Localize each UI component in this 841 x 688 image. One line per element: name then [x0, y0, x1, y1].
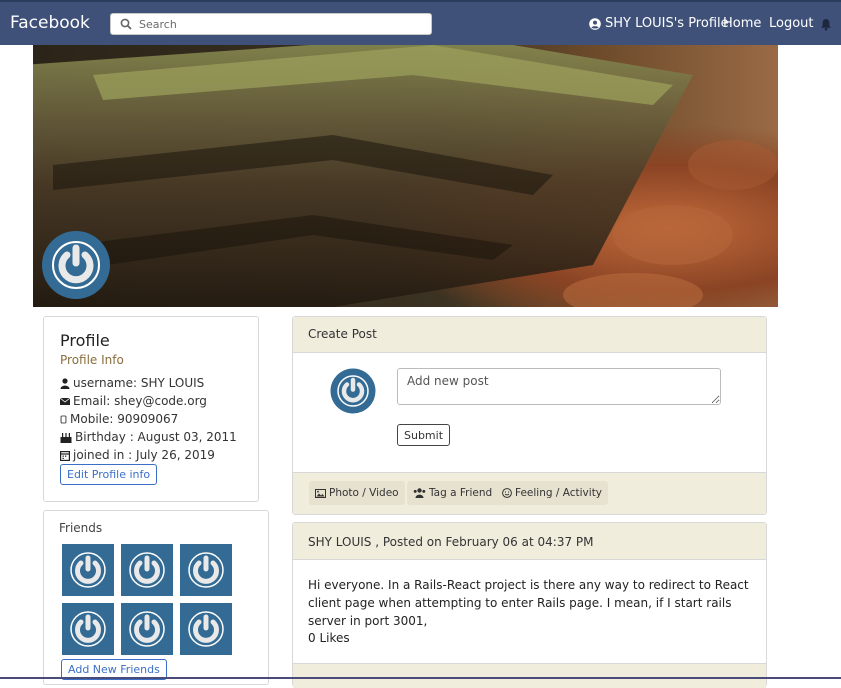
create-post-footer: Photo / Video Tag a Friend Feeling / Act… — [293, 472, 766, 514]
joined-line: joined in : July 26, 2019 — [60, 448, 215, 462]
power-icon — [188, 552, 224, 588]
mobile-icon — [60, 415, 67, 423]
username-line: username: SHY LOUIS — [60, 376, 204, 390]
power-icon — [70, 552, 106, 588]
search-icon — [120, 18, 132, 30]
photo-video-label: Photo / Video — [329, 487, 399, 499]
post-body: Hi everyone. In a Rails-React project is… — [308, 578, 749, 628]
create-post-title: Create Post — [308, 327, 377, 341]
joined-text: joined in : July 26, 2019 — [73, 448, 215, 462]
create-post-card: Create Post Submit Photo / Video Tag a F… — [292, 316, 767, 515]
mobile-line: Mobile: 90909067 — [60, 412, 178, 426]
friend-avatar[interactable] — [180, 603, 232, 655]
user-icon — [60, 377, 70, 389]
submit-button[interactable]: Submit — [397, 424, 451, 446]
nav-home-link[interactable]: Home — [723, 16, 761, 31]
profile-title: Profile — [60, 331, 110, 350]
user-circle-icon — [589, 17, 601, 30]
friend-avatar[interactable] — [180, 544, 232, 596]
birthday-text: Birthday : August 03, 2011 — [75, 430, 237, 444]
post-meta: SHY LOUIS , Posted on February 06 at 04:… — [308, 535, 594, 549]
profile-avatar[interactable] — [41, 230, 111, 300]
power-icon — [188, 611, 224, 647]
search-box[interactable] — [110, 13, 432, 35]
friends-card: Friends Add New Friends — [43, 510, 269, 685]
calendar-icon — [60, 450, 70, 461]
bell-icon[interactable] — [820, 18, 832, 31]
search-input[interactable] — [139, 15, 419, 33]
create-post-header: Create Post — [293, 317, 766, 353]
feeling-activity-label: Feeling / Activity — [515, 487, 603, 499]
nav-profile-label: SHY LOUIS's Profile — [605, 16, 729, 31]
birthday-line: Birthday : August 03, 2011 — [60, 430, 237, 444]
friend-avatar[interactable] — [121, 544, 173, 596]
friends-title: Friends — [59, 521, 103, 535]
friend-avatar[interactable] — [62, 603, 114, 655]
mobile-text: Mobile: 90909067 — [70, 412, 179, 426]
post-header: SHY LOUIS , Posted on February 06 at 04:… — [293, 523, 766, 560]
nav-logout-link[interactable]: Logout — [769, 16, 814, 31]
post-author-avatar — [330, 368, 376, 414]
users-icon — [413, 488, 426, 498]
post-likes[interactable]: 0 Likes — [308, 631, 350, 645]
profile-subtitle: Profile Info — [60, 353, 124, 367]
username-text: username: SHY LOUIS — [73, 376, 205, 390]
friend-avatar[interactable] — [62, 544, 114, 596]
new-post-textarea[interactable] — [397, 368, 721, 405]
top-navbar: Facebook SHY LOUIS's Profile Home Logout — [0, 0, 841, 45]
post-card: SHY LOUIS , Posted on February 06 at 04:… — [292, 522, 767, 688]
photo-video-button[interactable]: Photo / Video — [309, 481, 405, 505]
friend-avatar[interactable] — [121, 603, 173, 655]
cover-photo — [33, 45, 778, 307]
next-post-header — [293, 663, 766, 688]
email-text: Email: shey@code.org — [73, 394, 207, 408]
nav-profile-link[interactable]: SHY LOUIS's Profile — [589, 16, 729, 31]
smile-icon — [502, 488, 512, 498]
tag-friend-label: Tag a Friend — [429, 487, 493, 499]
email-line: Email: shey@code.org — [60, 394, 207, 408]
power-icon — [129, 552, 165, 588]
power-icon — [70, 611, 106, 647]
feeling-activity-button[interactable]: Feeling / Activity — [496, 481, 609, 505]
edit-profile-button[interactable]: Edit Profile info — [60, 464, 158, 485]
birthday-cake-icon — [60, 432, 72, 443]
brand-logo[interactable]: Facebook — [10, 13, 90, 33]
profile-card: Profile Profile Info username: SHY LOUIS… — [43, 316, 259, 502]
envelope-icon — [60, 397, 70, 405]
power-icon — [129, 611, 165, 647]
image-icon — [315, 488, 326, 498]
tag-friend-button[interactable]: Tag a Friend — [407, 481, 499, 505]
